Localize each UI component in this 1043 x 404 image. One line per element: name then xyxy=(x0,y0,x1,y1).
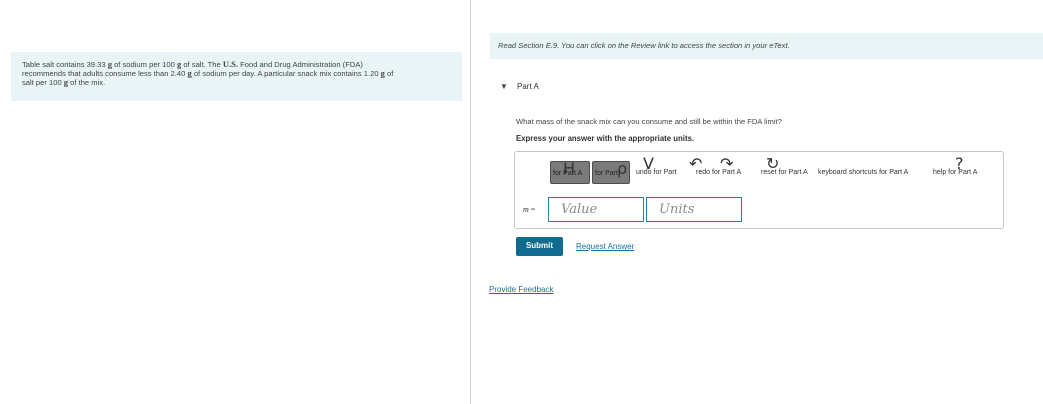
redo-button[interactable]: redo for Part A xyxy=(696,169,741,176)
symbols-icon: ρ xyxy=(617,161,628,178)
help-icon[interactable]: ? xyxy=(955,156,964,172)
templates-icon: H xyxy=(563,161,576,178)
keyboard-shortcuts-button[interactable]: keyboard shortcuts for Part A xyxy=(818,169,908,176)
symbols-button[interactable]: for Part ρ xyxy=(592,161,630,184)
math-toolbar: for Part A H for Part ρ V undo for Part … xyxy=(550,156,1000,186)
provide-feedback-link[interactable]: Provide Feedback xyxy=(489,285,553,294)
problem-line-3: salt per 100 g of the mix. xyxy=(22,77,106,88)
review-banner-text: Read Section E.9. You can click on the R… xyxy=(498,41,790,50)
undo-button[interactable]: undo for Part xyxy=(636,169,676,176)
redo-icon[interactable]: ↷ xyxy=(720,156,733,172)
part-a-heading[interactable]: Part A xyxy=(517,82,539,91)
reset-icon[interactable]: ↻ xyxy=(766,156,779,172)
value-input[interactable]: Value xyxy=(548,197,644,222)
request-answer-link[interactable]: Request Answer xyxy=(576,242,634,251)
problem-statement: Table salt contains 39.33 g of sodium pe… xyxy=(11,52,462,101)
column-divider xyxy=(470,0,471,404)
answer-instruction: Express your answer with the appropriate… xyxy=(516,134,695,143)
answer-box: for Part A H for Part ρ V undo for Part … xyxy=(514,151,1004,229)
question-text: What mass of the snack mix can you consu… xyxy=(516,117,782,126)
collapse-toggle-icon[interactable]: ▼ xyxy=(500,82,508,91)
review-banner: Read Section E.9. You can click on the R… xyxy=(490,33,1043,59)
us-abbrev: U.S. xyxy=(222,59,238,69)
problem-line-1: Table salt contains 39.33 g of sodium pe… xyxy=(22,59,363,69)
submit-button[interactable]: Submit xyxy=(516,237,563,256)
answer-variable: m = xyxy=(523,205,536,214)
templates-button[interactable]: for Part A H xyxy=(550,161,590,184)
units-input[interactable]: Units xyxy=(646,197,742,222)
